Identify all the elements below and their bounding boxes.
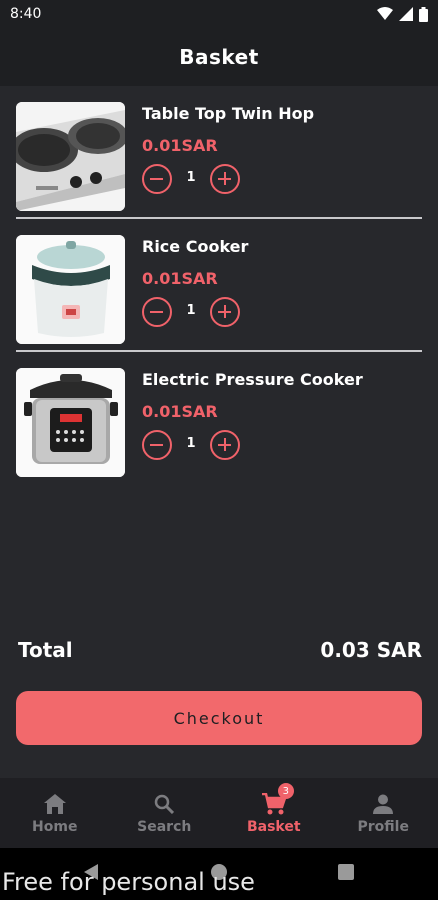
product-image-pressure-cooker xyxy=(16,368,125,477)
increase-quantity-button[interactable] xyxy=(210,164,240,194)
search-icon xyxy=(154,791,175,817)
basket-count-badge: 3 xyxy=(277,783,294,799)
quantity-stepper: 1 xyxy=(142,430,242,460)
nav-basket-label: Basket xyxy=(246,819,301,835)
basket-item: Rice Cooker 0.01SAR 1 xyxy=(16,219,422,352)
wifi-icon xyxy=(377,7,393,20)
nav-basket[interactable]: 3 Basket xyxy=(219,778,329,848)
product-name: Electric Pressure Cooker xyxy=(142,370,363,389)
product-price: 0.01SAR xyxy=(142,269,218,288)
status-icons xyxy=(377,6,428,22)
nav-search-label: Search xyxy=(137,819,192,835)
decrease-quantity-button[interactable] xyxy=(142,297,172,327)
recents-icon[interactable] xyxy=(338,864,354,880)
product-image-rice-cooker xyxy=(16,235,125,344)
battery-icon xyxy=(419,6,428,22)
quantity-value: 1 xyxy=(186,303,196,318)
total-value: 0.03 SAR xyxy=(320,638,422,662)
checkout-button[interactable]: Checkout xyxy=(16,691,422,745)
nav-home[interactable]: Home xyxy=(0,778,110,848)
product-image-twin-hotplate xyxy=(16,102,125,211)
quantity-stepper: 1 xyxy=(142,164,242,194)
person-icon xyxy=(373,791,394,817)
nav-profile[interactable]: Profile xyxy=(329,778,438,848)
quantity-value: 1 xyxy=(186,436,196,451)
status-time: 8:40 xyxy=(10,6,42,22)
home-icon xyxy=(43,791,66,817)
basket-content: Table Top Twin Hop 0.01SAR 1 Rice Cooker… xyxy=(0,86,438,778)
product-name: Table Top Twin Hop xyxy=(142,104,315,123)
watermark-text: Free for personal use xyxy=(2,868,255,896)
nav-search[interactable]: Search xyxy=(110,778,220,848)
app-header: Basket xyxy=(0,28,438,86)
page-title: Basket xyxy=(179,45,259,69)
nav-home-label: Home xyxy=(32,819,78,835)
basket-item: Electric Pressure Cooker 0.01SAR 1 xyxy=(16,352,422,485)
product-price: 0.01SAR xyxy=(142,136,218,155)
decrease-quantity-button[interactable] xyxy=(142,164,172,194)
quantity-value: 1 xyxy=(186,170,196,185)
quantity-stepper: 1 xyxy=(142,297,242,327)
cart-icon: 3 xyxy=(261,783,294,817)
nav-profile-label: Profile xyxy=(357,819,409,835)
bottom-navigation: Home Search 3 Basket Profile xyxy=(0,778,438,848)
total-label: Total xyxy=(18,638,73,662)
basket-item: Table Top Twin Hop 0.01SAR 1 xyxy=(16,86,422,219)
status-bar: 8:40 xyxy=(0,0,438,28)
decrease-quantity-button[interactable] xyxy=(142,430,172,460)
product-name: Rice Cooker xyxy=(142,237,249,256)
increase-quantity-button[interactable] xyxy=(210,430,240,460)
product-price: 0.01SAR xyxy=(142,402,218,421)
increase-quantity-button[interactable] xyxy=(210,297,240,327)
signal-icon xyxy=(399,7,413,21)
